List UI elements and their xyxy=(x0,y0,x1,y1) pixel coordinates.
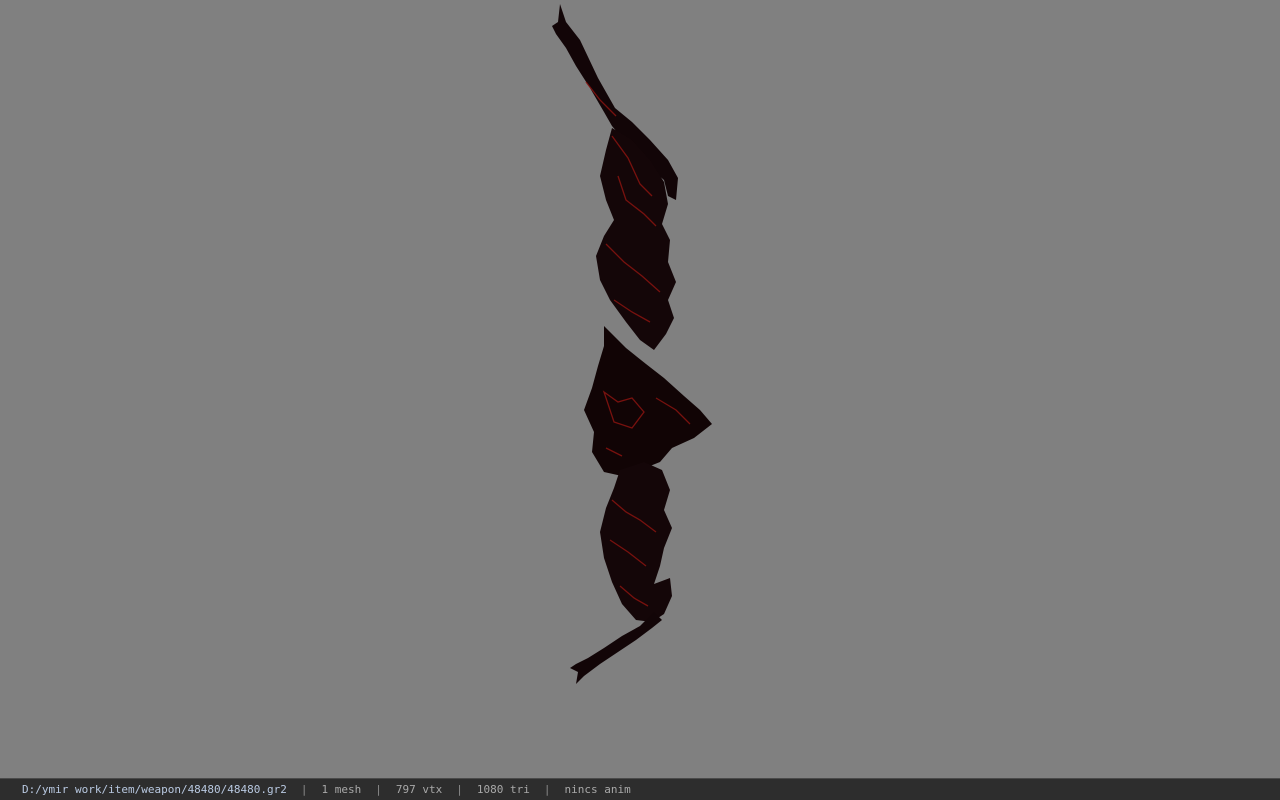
bow-grip xyxy=(584,326,712,476)
status-separator: | xyxy=(543,783,551,796)
file-path-label: D:/ymir work/item/weapon/48480/48480.gr2 xyxy=(22,783,287,796)
animation-status-label: nincs anim xyxy=(564,783,631,796)
status-bar: D:/ymir work/item/weapon/48480/48480.gr2… xyxy=(0,778,1280,800)
status-separator: | xyxy=(456,783,463,796)
bow-lower-limb xyxy=(600,462,672,622)
status-separator: | xyxy=(300,783,308,796)
status-separator: | xyxy=(375,783,382,796)
bow-lower-limb-tip xyxy=(570,612,662,684)
3d-viewport[interactable] xyxy=(0,0,1280,778)
vertex-count-label: 797 vtx xyxy=(395,783,443,796)
mesh-count-label: 1 mesh xyxy=(321,783,362,796)
triangle-count-label: 1080 tri xyxy=(476,783,530,796)
weapon-bow-model xyxy=(552,4,712,684)
